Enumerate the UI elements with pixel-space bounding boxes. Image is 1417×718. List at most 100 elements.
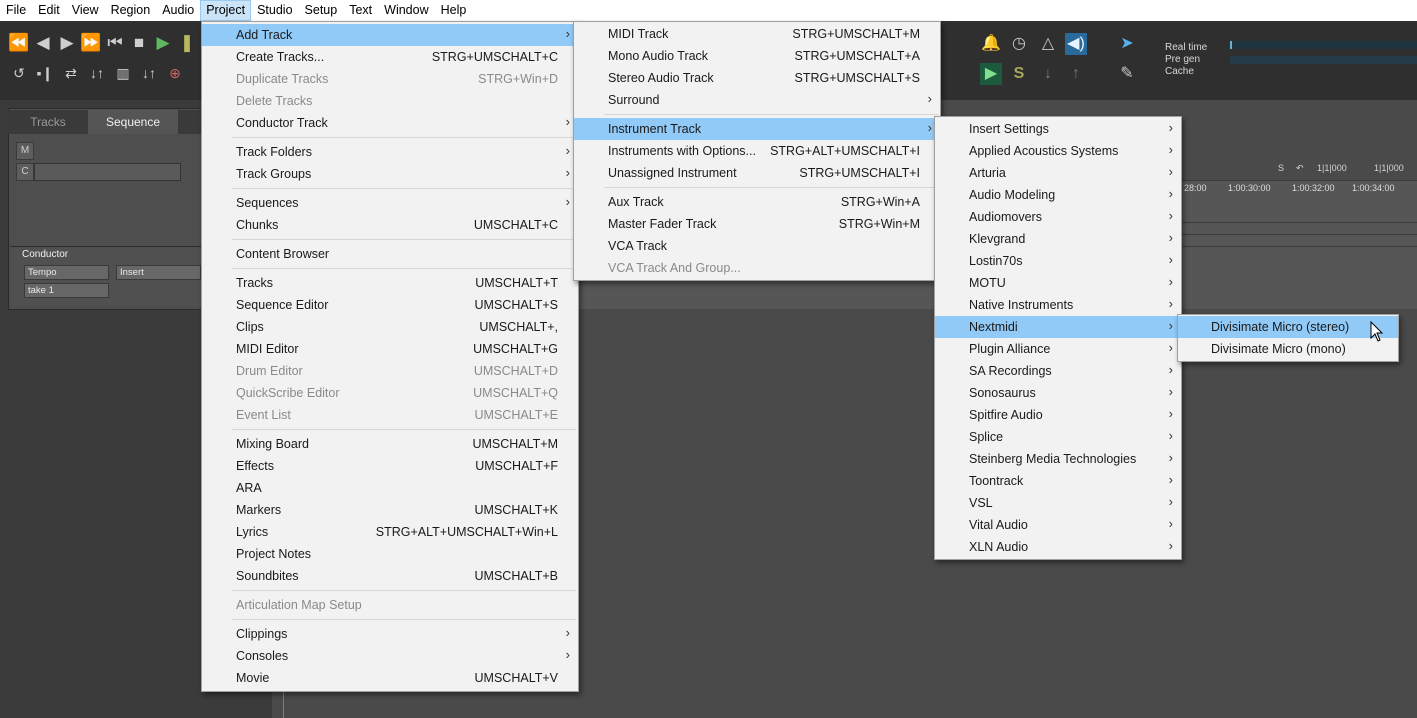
menu-item-markers[interactable]: Markers UMSCHALT+K (202, 499, 578, 521)
menu-item-lyrics[interactable]: Lyrics STRG+ALT+UMSCHALT+Win+L (202, 521, 578, 543)
menu-item-clips[interactable]: Clips UMSCHALT+, (202, 316, 578, 338)
menu-item-midi-track[interactable]: MIDI Track STRG+UMSCHALT+M (574, 23, 940, 45)
sort2-icon[interactable]: ↓↑ (138, 65, 160, 82)
pencil-icon[interactable]: ✎ (1116, 63, 1138, 85)
upload-icon[interactable]: ↑ (1065, 63, 1087, 85)
menu-item-movie[interactable]: Movie UMSCHALT+V (202, 667, 578, 689)
solo-icon[interactable]: S (1008, 63, 1030, 85)
menu-studio[interactable]: Studio (251, 0, 298, 21)
menu-item-motu[interactable]: MOTU › (935, 272, 1181, 294)
sort-icon[interactable]: ↓↑ (86, 65, 108, 82)
menu-item-sonosaurus[interactable]: Sonosaurus › (935, 382, 1181, 404)
fast-forward-icon[interactable]: ⏩ (80, 33, 102, 53)
menu-item-delete-tracks[interactable]: Delete Tracks (202, 90, 578, 112)
c-button[interactable]: C (16, 163, 34, 181)
menu-item-articulation-map-setup[interactable]: Articulation Map Setup (202, 594, 578, 616)
step-back-icon[interactable]: ◀ (32, 33, 54, 53)
menu-item-arturia[interactable]: Arturia › (935, 162, 1181, 184)
menu-setup[interactable]: Setup (299, 0, 344, 21)
menu-help[interactable]: Help (435, 0, 473, 21)
return-icon[interactable]: ↶ (1296, 163, 1304, 174)
menu-item-duplicate-tracks[interactable]: Duplicate Tracks STRG+Win+D (202, 68, 578, 90)
menu-item-mixing-board[interactable]: Mixing Board UMSCHALT+M (202, 433, 578, 455)
metronome-icon[interactable]: △ (1037, 33, 1059, 55)
tab-sequence[interactable]: Sequence (88, 110, 178, 134)
menu-item-track-folders[interactable]: Track Folders › (202, 141, 578, 163)
select-cursor-icon[interactable]: ➤ (1116, 33, 1138, 55)
menu-item-toontrack[interactable]: Toontrack › (935, 470, 1181, 492)
menu-item-mono-audio-track[interactable]: Mono Audio Track STRG+UMSCHALT+A (574, 45, 940, 67)
menu-item-divisimate-micro-stereo[interactable]: Divisimate Micro (stereo) (1178, 316, 1398, 338)
menu-item-stereo-audio-track[interactable]: Stereo Audio Track STRG+UMSCHALT+S (574, 67, 940, 89)
menu-item-consoles[interactable]: Consoles › (202, 645, 578, 667)
menu-item-steinberg-media-technologies[interactable]: Steinberg Media Technologies › (935, 448, 1181, 470)
mute-button[interactable]: M (16, 142, 34, 160)
menu-item-lostin70s[interactable]: Lostin70s › (935, 250, 1181, 272)
play-icon[interactable]: ▶ (152, 33, 174, 53)
menu-item-sa-recordings[interactable]: SA Recordings › (935, 360, 1181, 382)
clock-icon[interactable]: ◷ (1008, 33, 1030, 55)
menu-item-aux-track[interactable]: Aux Track STRG+Win+A (574, 191, 940, 213)
menu-item-midi-editor[interactable]: MIDI Editor UMSCHALT+G (202, 338, 578, 360)
metronome-bell-icon[interactable]: 🔔 (980, 33, 1002, 55)
menu-file[interactable]: File (0, 0, 32, 21)
download-icon[interactable]: ↓ (1037, 63, 1059, 85)
menu-item-vsl[interactable]: VSL › (935, 492, 1181, 514)
menu-item-quickscribe-editor[interactable]: QuickScribe Editor UMSCHALT+Q (202, 382, 578, 404)
menu-item-tracks[interactable]: Tracks UMSCHALT+T (202, 272, 578, 294)
step-forward-icon[interactable]: ▶ (56, 33, 78, 53)
record-icon[interactable]: ⊕ (164, 65, 186, 82)
menu-item-sequences[interactable]: Sequences › (202, 192, 578, 214)
menu-item-master-fader-track[interactable]: Master Fader Track STRG+Win+M (574, 213, 940, 235)
menu-project[interactable]: Project (200, 0, 252, 21)
menu-item-insert-settings[interactable]: Insert Settings › (935, 118, 1181, 140)
menu-item-splice[interactable]: Splice › (935, 426, 1181, 448)
track-name-field[interactable] (34, 163, 181, 181)
menu-item-instruments-with-options[interactable]: Instruments with Options... STRG+ALT+UMSC… (574, 140, 940, 162)
menu-item-clippings[interactable]: Clippings › (202, 623, 578, 645)
menu-item-vca-track-and-group[interactable]: VCA Track And Group... (574, 257, 940, 279)
tempo-select[interactable]: Tempo (24, 265, 109, 280)
menu-item-create-tracks[interactable]: Create Tracks... STRG+UMSCHALT+C (202, 46, 578, 68)
menu-item-applied-acoustics-systems[interactable]: Applied Acoustics Systems › (935, 140, 1181, 162)
menu-item-plugin-alliance[interactable]: Plugin Alliance › (935, 338, 1181, 360)
menu-item-nextmidi[interactable]: Nextmidi › (935, 316, 1181, 338)
record-mode-icon[interactable]: ▪❙ (34, 65, 56, 82)
menu-item-effects[interactable]: Effects UMSCHALT+F (202, 455, 578, 477)
go-to-start-icon[interactable]: ⏮ (104, 33, 126, 53)
loop-icon[interactable]: ⇄ (60, 65, 82, 82)
menu-view[interactable]: View (66, 0, 105, 21)
menu-audio[interactable]: Audio (156, 0, 200, 21)
rewind-icon[interactable]: ⏪ (8, 33, 30, 53)
menu-item-klevgrand[interactable]: Klevgrand › (935, 228, 1181, 250)
menu-item-divisimate-micro-mono[interactable]: Divisimate Micro (mono) (1178, 338, 1398, 360)
menu-item-content-browser[interactable]: Content Browser (202, 243, 578, 265)
menu-edit[interactable]: Edit (32, 0, 66, 21)
menu-item-sequence-editor[interactable]: Sequence Editor UMSCHALT+S (202, 294, 578, 316)
menu-item-xln-audio[interactable]: XLN Audio › (935, 536, 1181, 558)
menu-item-vca-track[interactable]: VCA Track (574, 235, 940, 257)
menu-item-ara[interactable]: ARA (202, 477, 578, 499)
menu-item-spitfire-audio[interactable]: Spitfire Audio › (935, 404, 1181, 426)
menu-item-track-groups[interactable]: Track Groups › (202, 163, 578, 185)
menu-item-surround[interactable]: Surround › (574, 89, 940, 111)
pause-icon[interactable]: ❚ (176, 33, 198, 53)
menu-item-audiomovers[interactable]: Audiomovers › (935, 206, 1181, 228)
menu-item-audio-modeling[interactable]: Audio Modeling › (935, 184, 1181, 206)
menu-window[interactable]: Window (378, 0, 434, 21)
menu-item-conductor-track[interactable]: Conductor Track › (202, 112, 578, 134)
menu-item-chunks[interactable]: Chunks UMSCHALT+C (202, 214, 578, 236)
input-echo-icon[interactable]: ▶ (980, 63, 1002, 85)
insert-select[interactable]: Insert (116, 265, 201, 280)
speaker-icon[interactable]: ◀) (1065, 33, 1087, 55)
menu-item-instrument-track[interactable]: Instrument Track › (574, 118, 940, 140)
menu-item-soundbites[interactable]: Soundbites UMSCHALT+B (202, 565, 578, 587)
stop-icon[interactable]: ■ (128, 33, 150, 53)
menu-text[interactable]: Text (343, 0, 378, 21)
menu-item-project-notes[interactable]: Project Notes (202, 543, 578, 565)
menu-item-native-instruments[interactable]: Native Instruments › (935, 294, 1181, 316)
quantize-icon[interactable]: ▥ (112, 65, 134, 82)
menu-item-vital-audio[interactable]: Vital Audio › (935, 514, 1181, 536)
undo-icon[interactable]: ↺ (8, 65, 30, 82)
menu-region[interactable]: Region (105, 0, 157, 21)
